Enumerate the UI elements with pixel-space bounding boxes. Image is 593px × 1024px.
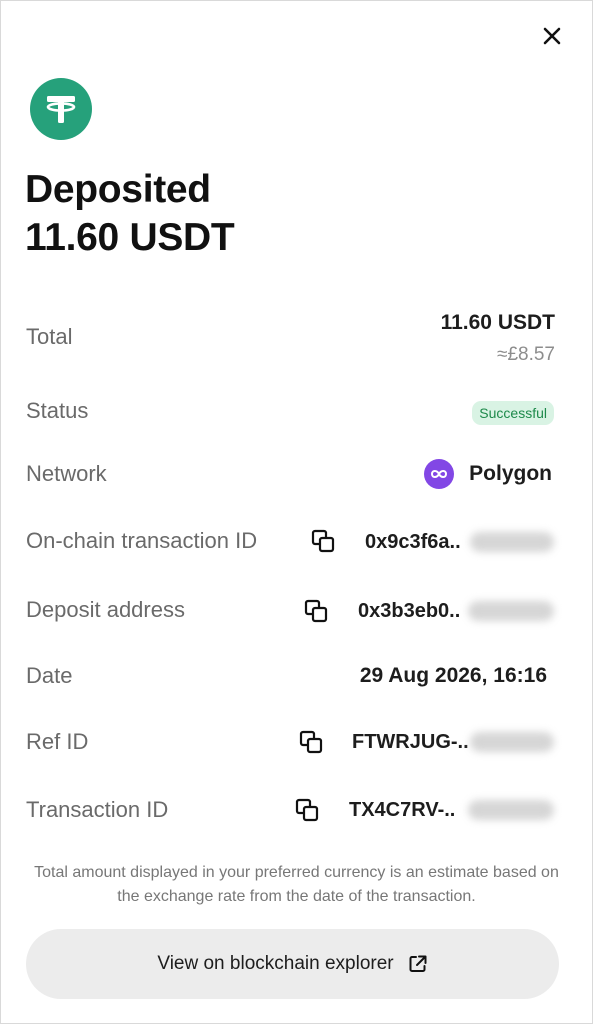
- transaction-id-value: TX4C7RV-..: [349, 799, 456, 821]
- total-label: Total: [26, 324, 73, 349]
- status-badge: Successful: [472, 401, 554, 425]
- copy-transaction-id-button[interactable]: [294, 797, 320, 823]
- total-value: 11.60 USDT: [440, 311, 555, 334]
- external-link-icon: [409, 955, 427, 972]
- tether-logo-icon: [30, 78, 92, 140]
- date-value: 29 Aug 2026, 16:16: [359, 664, 547, 687]
- redacted-text: [468, 601, 554, 621]
- copy-icon: [299, 730, 323, 754]
- copy-ref-id-button[interactable]: [298, 729, 324, 755]
- redacted-text: [470, 732, 554, 752]
- transaction-id-label: Transaction ID: [26, 797, 169, 822]
- close-icon: [543, 27, 561, 45]
- onchain-tx-label: On-chain transaction ID: [26, 528, 258, 553]
- button-label: View on blockchain explorer: [157, 953, 394, 974]
- status-label: Status: [26, 398, 89, 423]
- onchain-tx-value: 0x9c3f6a..: [365, 531, 461, 553]
- copy-icon: [304, 599, 328, 623]
- copy-icon: [311, 529, 335, 553]
- redacted-text: [470, 532, 554, 552]
- deposit-address-label: Deposit address: [26, 597, 185, 622]
- deposit-address-value: 0x3b3eb0..: [358, 600, 461, 622]
- ref-id-label: Ref ID: [26, 729, 89, 754]
- polygon-glyph: [430, 470, 448, 478]
- tether-glyph: [46, 96, 76, 123]
- total-fiat-value: ≈£8.57: [497, 344, 555, 365]
- network-value: Polygon: [469, 462, 552, 485]
- copy-icon: [295, 798, 319, 822]
- title-amount: 11.60 USDT: [25, 216, 235, 259]
- ref-id-value: FTWRJUG-..: [352, 731, 469, 753]
- close-button[interactable]: [538, 22, 566, 50]
- estimate-note: Total amount displayed in your preferred…: [34, 864, 559, 905]
- page-title: Deposited 11.60 USDT: [25, 166, 235, 262]
- polygon-icon: [424, 459, 454, 489]
- copy-onchain-tx-button[interactable]: [310, 528, 336, 554]
- view-on-blockchain-explorer-button[interactable]: View on blockchain explorer: [26, 929, 559, 999]
- copy-deposit-address-button[interactable]: [303, 598, 329, 624]
- network-label: Network: [26, 461, 107, 486]
- date-label: Date: [26, 663, 73, 688]
- redacted-text: [468, 800, 554, 820]
- title-status: Deposited: [25, 168, 211, 211]
